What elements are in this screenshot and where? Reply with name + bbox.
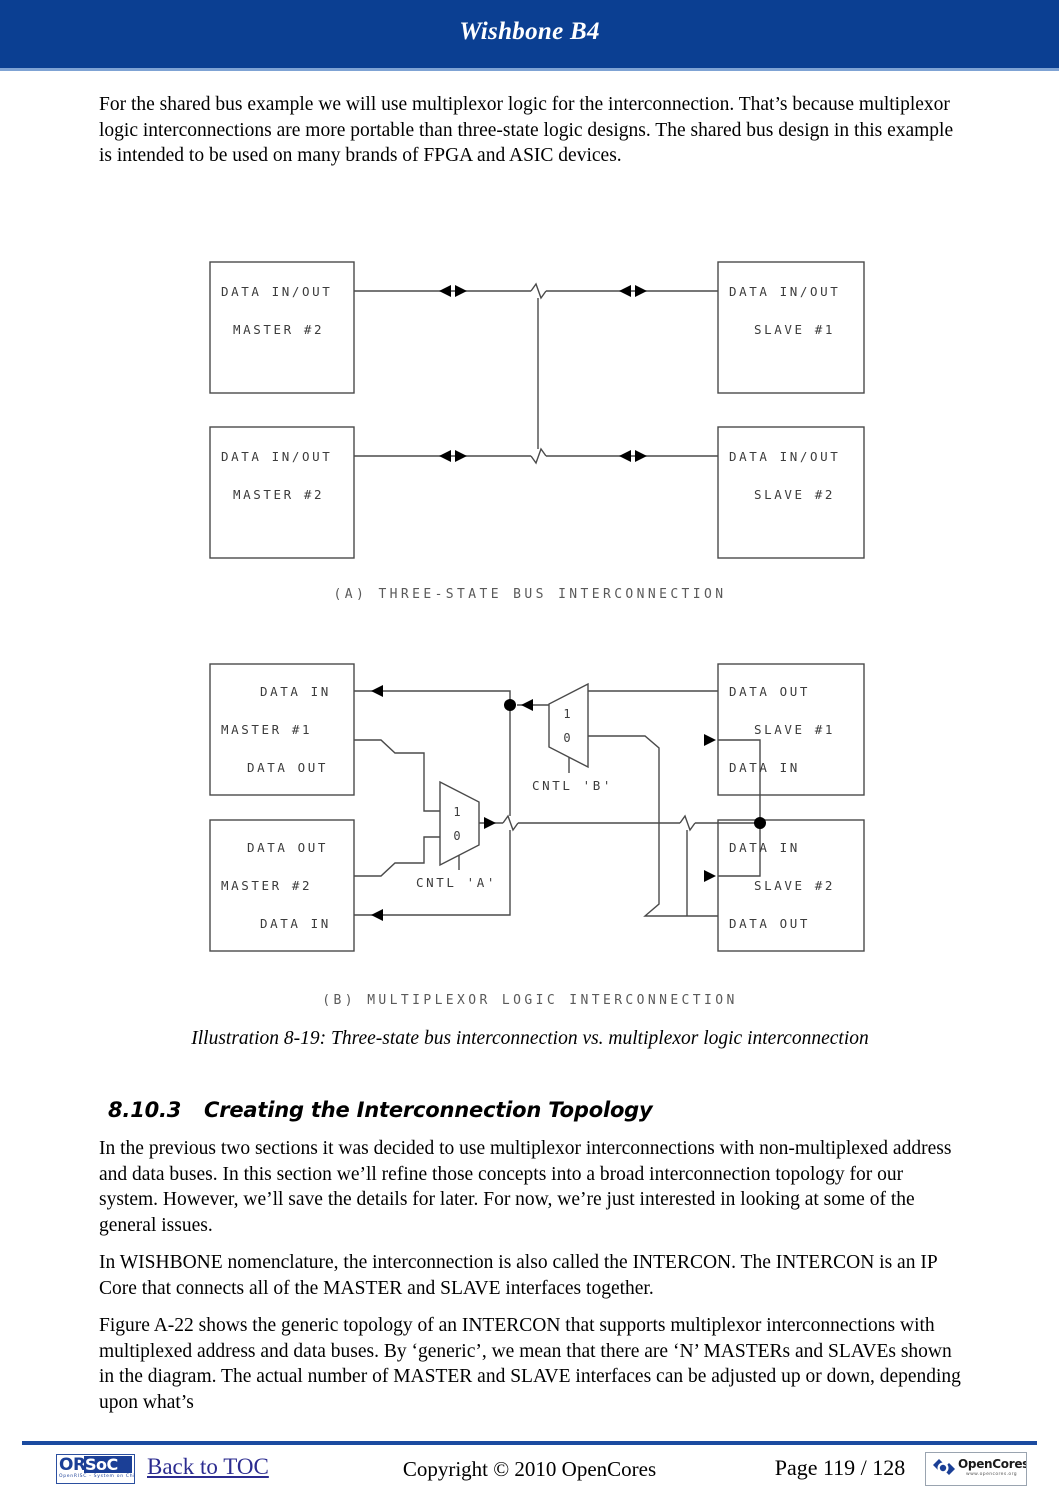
illustration-caption-wrap: Illustration 8-19: Three-state bus inter… bbox=[99, 1028, 961, 1050]
paragraph-intro: For the shared bus example we will use m… bbox=[99, 94, 954, 166]
diagram-b-master1-line1: DATA IN bbox=[260, 684, 331, 699]
diagram-b-master2-line2: MASTER #2 bbox=[221, 878, 312, 893]
page-header-underline bbox=[0, 68, 1059, 71]
opencores-logo-url: www.opencores.org bbox=[966, 1472, 1017, 1477]
diagram-a-master1-line2: MASTER #2 bbox=[233, 322, 324, 337]
section-number: 8.10.3 bbox=[108, 1098, 182, 1122]
section-title: Creating the Interconnection Topology bbox=[204, 1098, 653, 1122]
diagram-b-slave1-line1: DATA OUT bbox=[729, 684, 810, 699]
diagram-b-mux-b-body bbox=[548, 682, 589, 769]
footer-page-number: Page 119 / 128 bbox=[774, 1455, 906, 1480]
illustration-caption: Illustration 8-19: Three-state bus inter… bbox=[191, 1028, 869, 1049]
footer-separator bbox=[22, 1441, 1037, 1445]
diagram-b-junction-dot-right bbox=[754, 817, 766, 829]
diagram-b-mux-b-in0: 0 bbox=[563, 731, 570, 745]
diagram-a-caption: (A) THREE-STATE BUS INTERCONNECTION bbox=[334, 587, 727, 602]
diagram-a-master2-line1: DATA IN/OUT bbox=[221, 449, 332, 464]
diagram-a-slave1-line2: SLAVE #1 bbox=[754, 322, 835, 337]
section-body: In the previous two sections it was deci… bbox=[99, 1136, 961, 1427]
diagram-b-junction-dot-left bbox=[504, 699, 516, 711]
intro-block: For the shared bus example we will use m… bbox=[99, 92, 961, 181]
paragraph-2: In WISHBONE nomenclature, the interconne… bbox=[99, 1252, 937, 1299]
diagram-a-slave2-line2: SLAVE #2 bbox=[754, 487, 835, 502]
diagram-a-master2-line2: MASTER #2 bbox=[233, 487, 324, 502]
illustration-figure: DATA IN/OUT MASTER #2 DATA IN/OUT MASTER… bbox=[99, 236, 961, 1018]
diagram-b-slave1-line3: DATA IN bbox=[729, 760, 800, 775]
diagram-b-master1-line2: MASTER #1 bbox=[221, 722, 312, 737]
diagram-b-mux-a-label: CNTL 'A' bbox=[416, 875, 497, 890]
diagram-b-mux-a-in0: 0 bbox=[453, 829, 460, 843]
paragraph-1: In the previous two sections it was deci… bbox=[99, 1138, 952, 1236]
diagram-a-bus-arrows bbox=[439, 285, 647, 462]
diagram-a-master1-line1: DATA IN/OUT bbox=[221, 284, 332, 299]
diagram-b-mux-a-in1: 1 bbox=[453, 805, 460, 819]
opencores-logo: OpenCores www.opencores.org bbox=[925, 1452, 1027, 1486]
diagram-b-master2-line3: DATA IN bbox=[260, 916, 331, 931]
diagram-b-mux-b-label: CNTL 'B' bbox=[532, 778, 613, 793]
opencores-logo-name: OpenCores bbox=[958, 1457, 1027, 1471]
diagram-b-slave1-line2: SLAVE #1 bbox=[754, 722, 835, 737]
page-footer: OR SoC OpenRISC - System on Chip Back to… bbox=[0, 1448, 1059, 1500]
diagram-b-slave2-line2: SLAVE #2 bbox=[754, 878, 835, 893]
page-title: Wishbone B4 bbox=[459, 18, 600, 45]
diagram-a-slave1-line1: DATA IN/OUT bbox=[729, 284, 840, 299]
section-block: 8.10.3 Creating the Interconnection Topol… bbox=[108, 1098, 961, 1122]
diagram-b-slave2-line1: DATA IN bbox=[729, 840, 800, 855]
diagram-b-caption: (B) MULTIPLEXOR LOGIC INTERCONNECTION bbox=[322, 993, 737, 1008]
diagram-b-mux-a-body bbox=[439, 780, 480, 867]
diagram-a-slave2-line1: DATA IN/OUT bbox=[729, 449, 840, 464]
diagram-b-mux-b-in1: 1 bbox=[563, 707, 570, 721]
diagram-b-slave2-line3: DATA OUT bbox=[729, 916, 810, 931]
opencores-mark-icon bbox=[933, 1459, 955, 1475]
diagram-b-master1-line3: DATA OUT bbox=[247, 760, 328, 775]
interconnection-diagram-svg: DATA IN/OUT MASTER #2 DATA IN/OUT MASTER… bbox=[209, 261, 865, 1008]
section-heading: 8.10.3 Creating the Interconnection Topol… bbox=[108, 1098, 961, 1122]
diagram-b-master2-line1: DATA OUT bbox=[247, 840, 328, 855]
paragraph-3: Figure A-22 shows the generic topology o… bbox=[99, 1315, 961, 1413]
